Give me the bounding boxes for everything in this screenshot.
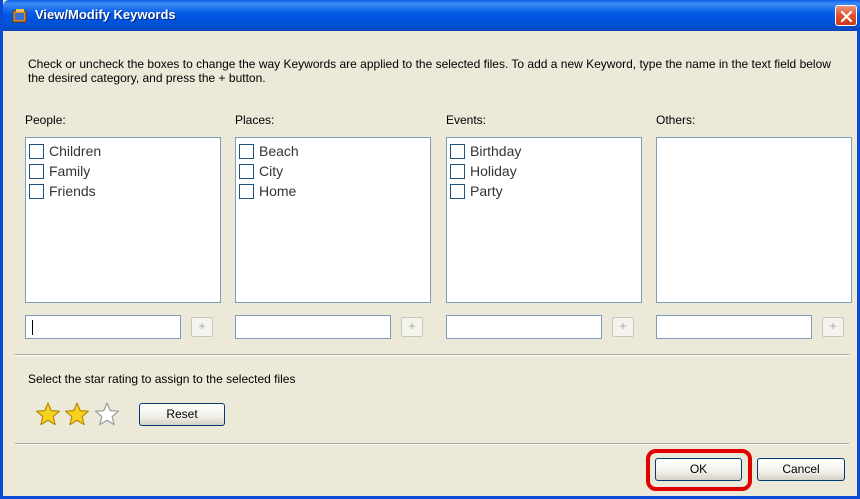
- keyword-list-events[interactable]: Birthday Holiday Party: [446, 137, 642, 303]
- category-label-people: People:: [25, 113, 66, 127]
- instructions-text: Check or uncheck the boxes to change the…: [28, 57, 831, 85]
- keywords-dialog: View/Modify Keywords Check or uncheck th…: [0, 0, 860, 499]
- cancel-button[interactable]: Cancel: [757, 458, 845, 481]
- keyword-checkbox[interactable]: [450, 163, 465, 179]
- add-keyword-button-others[interactable]: +: [822, 317, 844, 337]
- add-keyword-button-places[interactable]: +: [401, 317, 423, 337]
- keyword-item[interactable]: Friends: [26, 181, 220, 201]
- add-keyword-button-people[interactable]: +: [191, 317, 213, 337]
- keyword-label: Beach: [259, 143, 299, 159]
- keyword-item[interactable]: Holiday: [447, 161, 641, 181]
- keyword-checkbox[interactable]: [239, 183, 254, 199]
- keyword-label: Birthday: [470, 143, 522, 159]
- keyword-item[interactable]: Children: [26, 141, 220, 161]
- star-icon[interactable]: [64, 401, 90, 427]
- keyword-checkbox[interactable]: [29, 163, 44, 179]
- keyword-item[interactable]: Party: [447, 181, 641, 201]
- keyword-list-places[interactable]: Beach City Home: [235, 137, 431, 303]
- window-title: View/Modify Keywords: [35, 7, 176, 22]
- keyword-item[interactable]: Birthday: [447, 141, 641, 161]
- keyword-label: Home: [259, 183, 297, 199]
- keyword-label: Children: [49, 143, 102, 159]
- add-keyword-button-events[interactable]: +: [612, 317, 634, 337]
- keyword-checkbox[interactable]: [29, 183, 44, 199]
- app-icon: [12, 8, 28, 24]
- keyword-label: Friends: [49, 183, 96, 199]
- keyword-label: City: [259, 163, 284, 179]
- rating-label: Select the star rating to assign to the …: [28, 372, 296, 386]
- keyword-item[interactable]: City: [236, 161, 430, 181]
- new-keyword-input-people[interactable]: [25, 315, 181, 339]
- keyword-checkbox[interactable]: [239, 143, 254, 159]
- new-keyword-input-places[interactable]: [235, 315, 391, 339]
- keyword-list-people[interactable]: Children Family Friends: [25, 137, 221, 303]
- keyword-checkbox[interactable]: [450, 183, 465, 199]
- close-button[interactable]: [835, 5, 857, 26]
- new-keyword-input-others[interactable]: [656, 315, 812, 339]
- close-icon: [840, 10, 853, 23]
- reset-button[interactable]: Reset: [139, 403, 225, 426]
- keyword-item[interactable]: Home: [236, 181, 430, 201]
- star-icon[interactable]: [35, 401, 61, 427]
- divider: [15, 354, 849, 356]
- title-bar[interactable]: View/Modify Keywords: [3, 0, 860, 31]
- divider: [15, 443, 849, 445]
- keyword-item[interactable]: Beach: [236, 141, 430, 161]
- star-icon[interactable]: [94, 401, 120, 427]
- keyword-checkbox[interactable]: [239, 163, 254, 179]
- keyword-checkbox[interactable]: [450, 143, 465, 159]
- ok-highlight-annotation: [646, 449, 752, 491]
- keyword-list-others[interactable]: [656, 137, 852, 303]
- category-label-events: Events:: [446, 113, 487, 127]
- keyword-label: Holiday: [470, 163, 517, 179]
- keyword-label: Party: [470, 183, 503, 199]
- text-caret: [32, 320, 33, 335]
- keyword-label: Family: [49, 163, 91, 179]
- new-keyword-input-events[interactable]: [446, 315, 602, 339]
- keyword-checkbox[interactable]: [29, 143, 44, 159]
- keyword-item[interactable]: Family: [26, 161, 220, 181]
- category-label-places: Places:: [235, 113, 275, 127]
- category-label-others: Others:: [656, 113, 696, 127]
